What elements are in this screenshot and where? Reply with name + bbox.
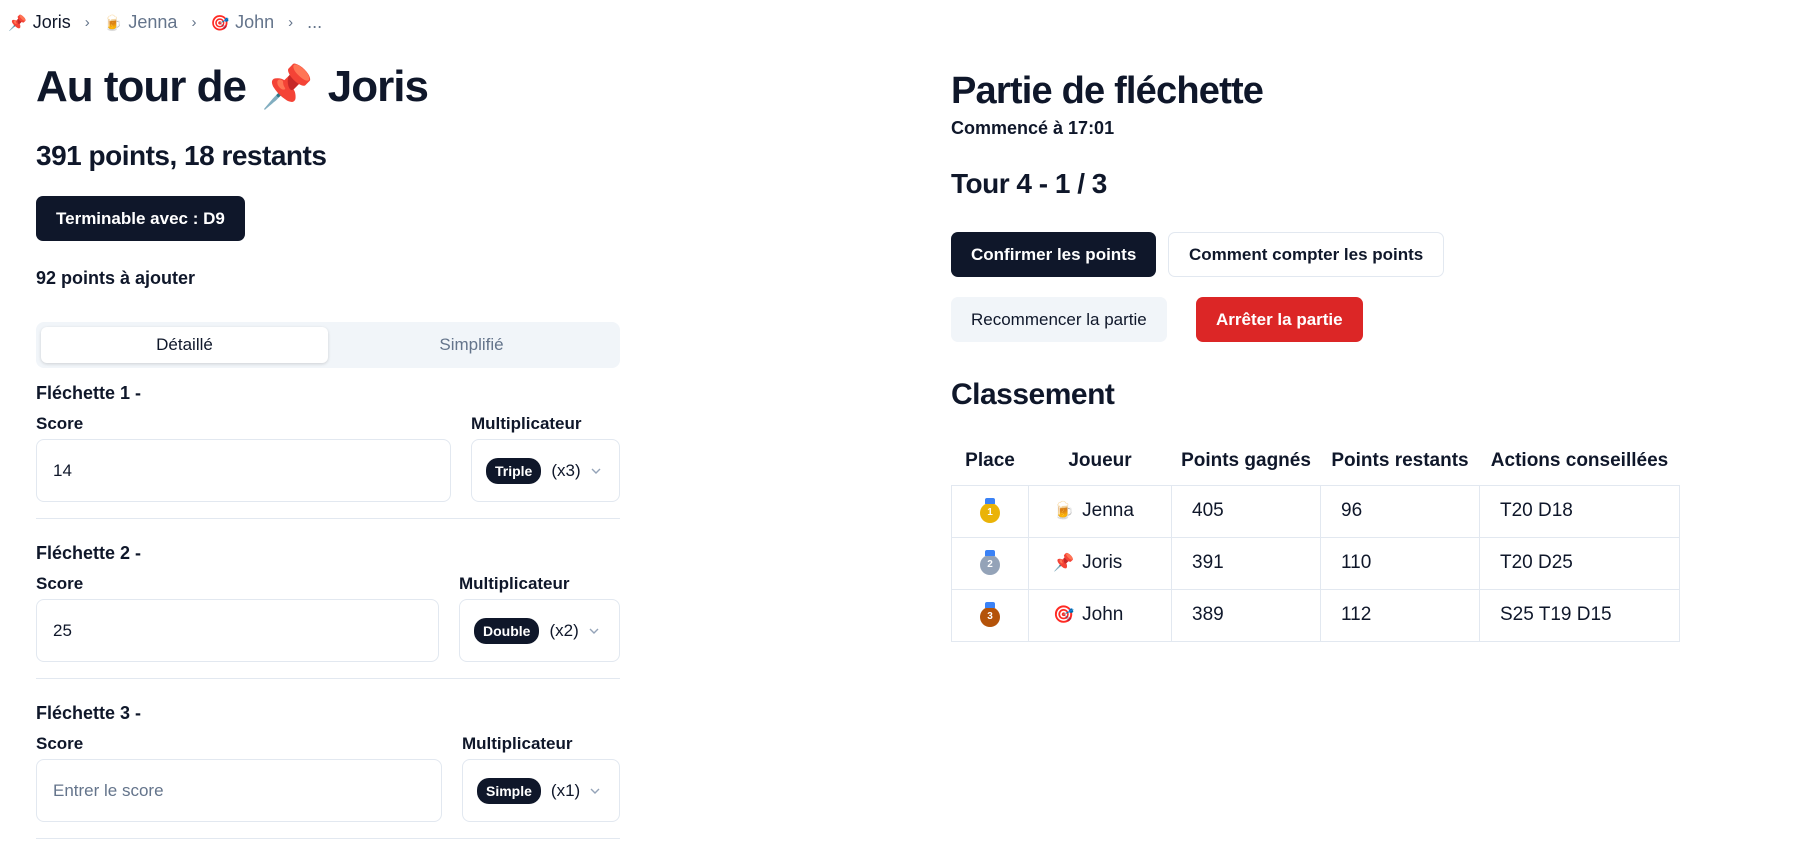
game-start-time: Commencé à 17:01	[951, 118, 1115, 138]
stop-game-button[interactable]: Arrêter la partie	[1196, 297, 1363, 342]
mode-tabs: Détaillé Simplifié	[36, 322, 620, 368]
ranking-table: Place Joueur Points gagnés Points restan…	[951, 437, 1680, 642]
column-header: Place	[965, 449, 1015, 471]
dart-title: Fléchette 1 -	[36, 383, 142, 403]
chevron-down-icon	[589, 628, 599, 634]
divider	[36, 678, 620, 679]
points-gained-cell: 391	[1171, 536, 1321, 590]
pushpin-icon: 📌	[8, 14, 27, 32]
points-gained-cell: 405	[1171, 484, 1321, 538]
player-name: Joris	[1082, 552, 1123, 573]
breadcrumb: 📌 Joris › 🍺 Jenna › 🎯 John › ...	[8, 12, 322, 33]
score-label: Score	[36, 414, 84, 433]
tab-detailed[interactable]: Détaillé	[41, 327, 328, 363]
column-header: Points restants	[1331, 449, 1469, 471]
player-cell: 📌 Joris	[1028, 536, 1172, 590]
multiplier-value: (x2)	[549, 620, 579, 640]
player-cell: 🍺 Jenna	[1028, 484, 1172, 538]
points-remaining-cell: 112	[1320, 588, 1480, 642]
table-row: 1 🍺 Jenna 405 96 T20 D18	[951, 484, 1680, 538]
dart-1-section: Fléchette 1 - Score Multiplicateur Tripl…	[36, 383, 620, 519]
chevron-down-icon	[591, 468, 601, 474]
player-cell: 🎯 John	[1028, 588, 1172, 642]
points-gained-cell: 389	[1171, 588, 1321, 642]
score-label: Score	[36, 734, 84, 753]
multiplier-label: Multiplicateur	[459, 574, 570, 593]
place-cell: 2	[951, 536, 1029, 590]
chevron-right-icon: ›	[84, 14, 90, 31]
pushpin-icon: 📌	[1053, 553, 1075, 572]
dart-3-section: Fléchette 3 - Score Multiplicateur Simpl…	[36, 703, 620, 839]
points-status: 391 points, 18 restants	[36, 140, 327, 171]
round-indicator: Tour 4 - 1 / 3	[951, 168, 1107, 199]
dart-1-score-input[interactable]	[36, 439, 451, 502]
player-name: John	[1082, 604, 1124, 625]
bronze-medal-icon: 3	[980, 602, 1000, 627]
chevron-right-icon: ›	[288, 14, 294, 31]
place-cell: 3	[951, 588, 1029, 642]
tab-simplified[interactable]: Simplifié	[328, 327, 615, 363]
player-name: Jenna	[1082, 500, 1134, 521]
beer-icon: 🍺	[103, 14, 123, 32]
multiplier-badge: Simple	[477, 777, 541, 804]
dart-2-score-input[interactable]	[36, 599, 439, 662]
beer-icon: 🍺	[1053, 501, 1075, 520]
chevron-down-icon	[590, 788, 600, 794]
multiplier-badge: Triple	[486, 457, 542, 484]
breadcrumb-label: Jenna	[128, 12, 178, 32]
place-cell: 1	[951, 484, 1029, 538]
column-header: Actions conseillées	[1490, 449, 1669, 471]
multiplier-value: (x3)	[551, 460, 581, 480]
dart-2-section: Fléchette 2 - Score Multiplicateur Doubl…	[36, 543, 620, 679]
multiplier-label: Multiplicateur	[471, 414, 582, 433]
multiplier-badge: Double	[474, 617, 540, 644]
finish-hint-button[interactable]: Terminable avec : D9	[36, 196, 245, 241]
column-header: Joueur	[1068, 449, 1132, 471]
table-row: 2 📌 Joris 391 110 T20 D25	[951, 536, 1680, 590]
restart-game-button[interactable]: Recommencer la partie	[951, 297, 1167, 342]
how-to-count-button[interactable]: Comment compter les points	[1168, 232, 1445, 277]
table-header-row: Place Joueur Points gagnés Points restan…	[952, 437, 1680, 485]
breadcrumb-item-joris[interactable]: 📌 Joris	[8, 12, 71, 33]
divider	[36, 518, 620, 519]
dart-3-multiplier-select[interactable]: Simple (x1)	[462, 759, 620, 822]
chevron-right-icon: ›	[191, 14, 197, 31]
breadcrumb-item-jenna[interactable]: 🍺 Jenna	[104, 12, 178, 33]
ranking-title: Classement	[951, 378, 1115, 411]
breadcrumb-ellipsis[interactable]: ...	[307, 12, 322, 33]
turn-player: Joris	[327, 62, 429, 111]
points-remaining-cell: 110	[1320, 536, 1480, 590]
points-remaining-cell: 96	[1320, 484, 1480, 538]
column-header: Points gagnés	[1181, 449, 1311, 471]
breadcrumb-label: Joris	[32, 12, 71, 32]
target-icon: 🎯	[210, 14, 230, 32]
dart-2-multiplier-select[interactable]: Double (x2)	[459, 599, 620, 662]
turn-title: Au tour de 📌 Joris	[36, 62, 429, 112]
suggested-actions-cell: T20 D18	[1479, 484, 1680, 538]
game-title: Partie de fléchette	[951, 70, 1264, 112]
multiplier-label: Multiplicateur	[462, 734, 573, 753]
dart-3-score-input[interactable]	[36, 759, 442, 822]
breadcrumb-label: John	[235, 12, 275, 32]
silver-medal-icon: 2	[980, 550, 1000, 575]
turn-prefix: Au tour de	[36, 62, 247, 111]
gold-medal-icon: 1	[980, 498, 1000, 523]
points-to-add: 92 points à ajouter	[36, 268, 196, 288]
table-row: 3 🎯 John 389 112 S25 T19 D15	[951, 588, 1680, 642]
pushpin-icon: 📌	[261, 63, 313, 110]
target-icon: 🎯	[1053, 605, 1075, 624]
suggested-actions-cell: S25 T19 D15	[1479, 588, 1680, 642]
divider	[36, 838, 620, 839]
dart-title: Fléchette 2 -	[36, 543, 142, 563]
confirm-points-button[interactable]: Confirmer les points	[951, 232, 1157, 277]
suggested-actions-cell: T20 D25	[1479, 536, 1680, 590]
breadcrumb-item-john[interactable]: 🎯 John	[210, 12, 274, 33]
dart-title: Fléchette 3 -	[36, 703, 142, 723]
dart-1-multiplier-select[interactable]: Triple (x3)	[471, 439, 620, 502]
multiplier-value: (x1)	[550, 780, 581, 800]
score-label: Score	[36, 574, 84, 593]
